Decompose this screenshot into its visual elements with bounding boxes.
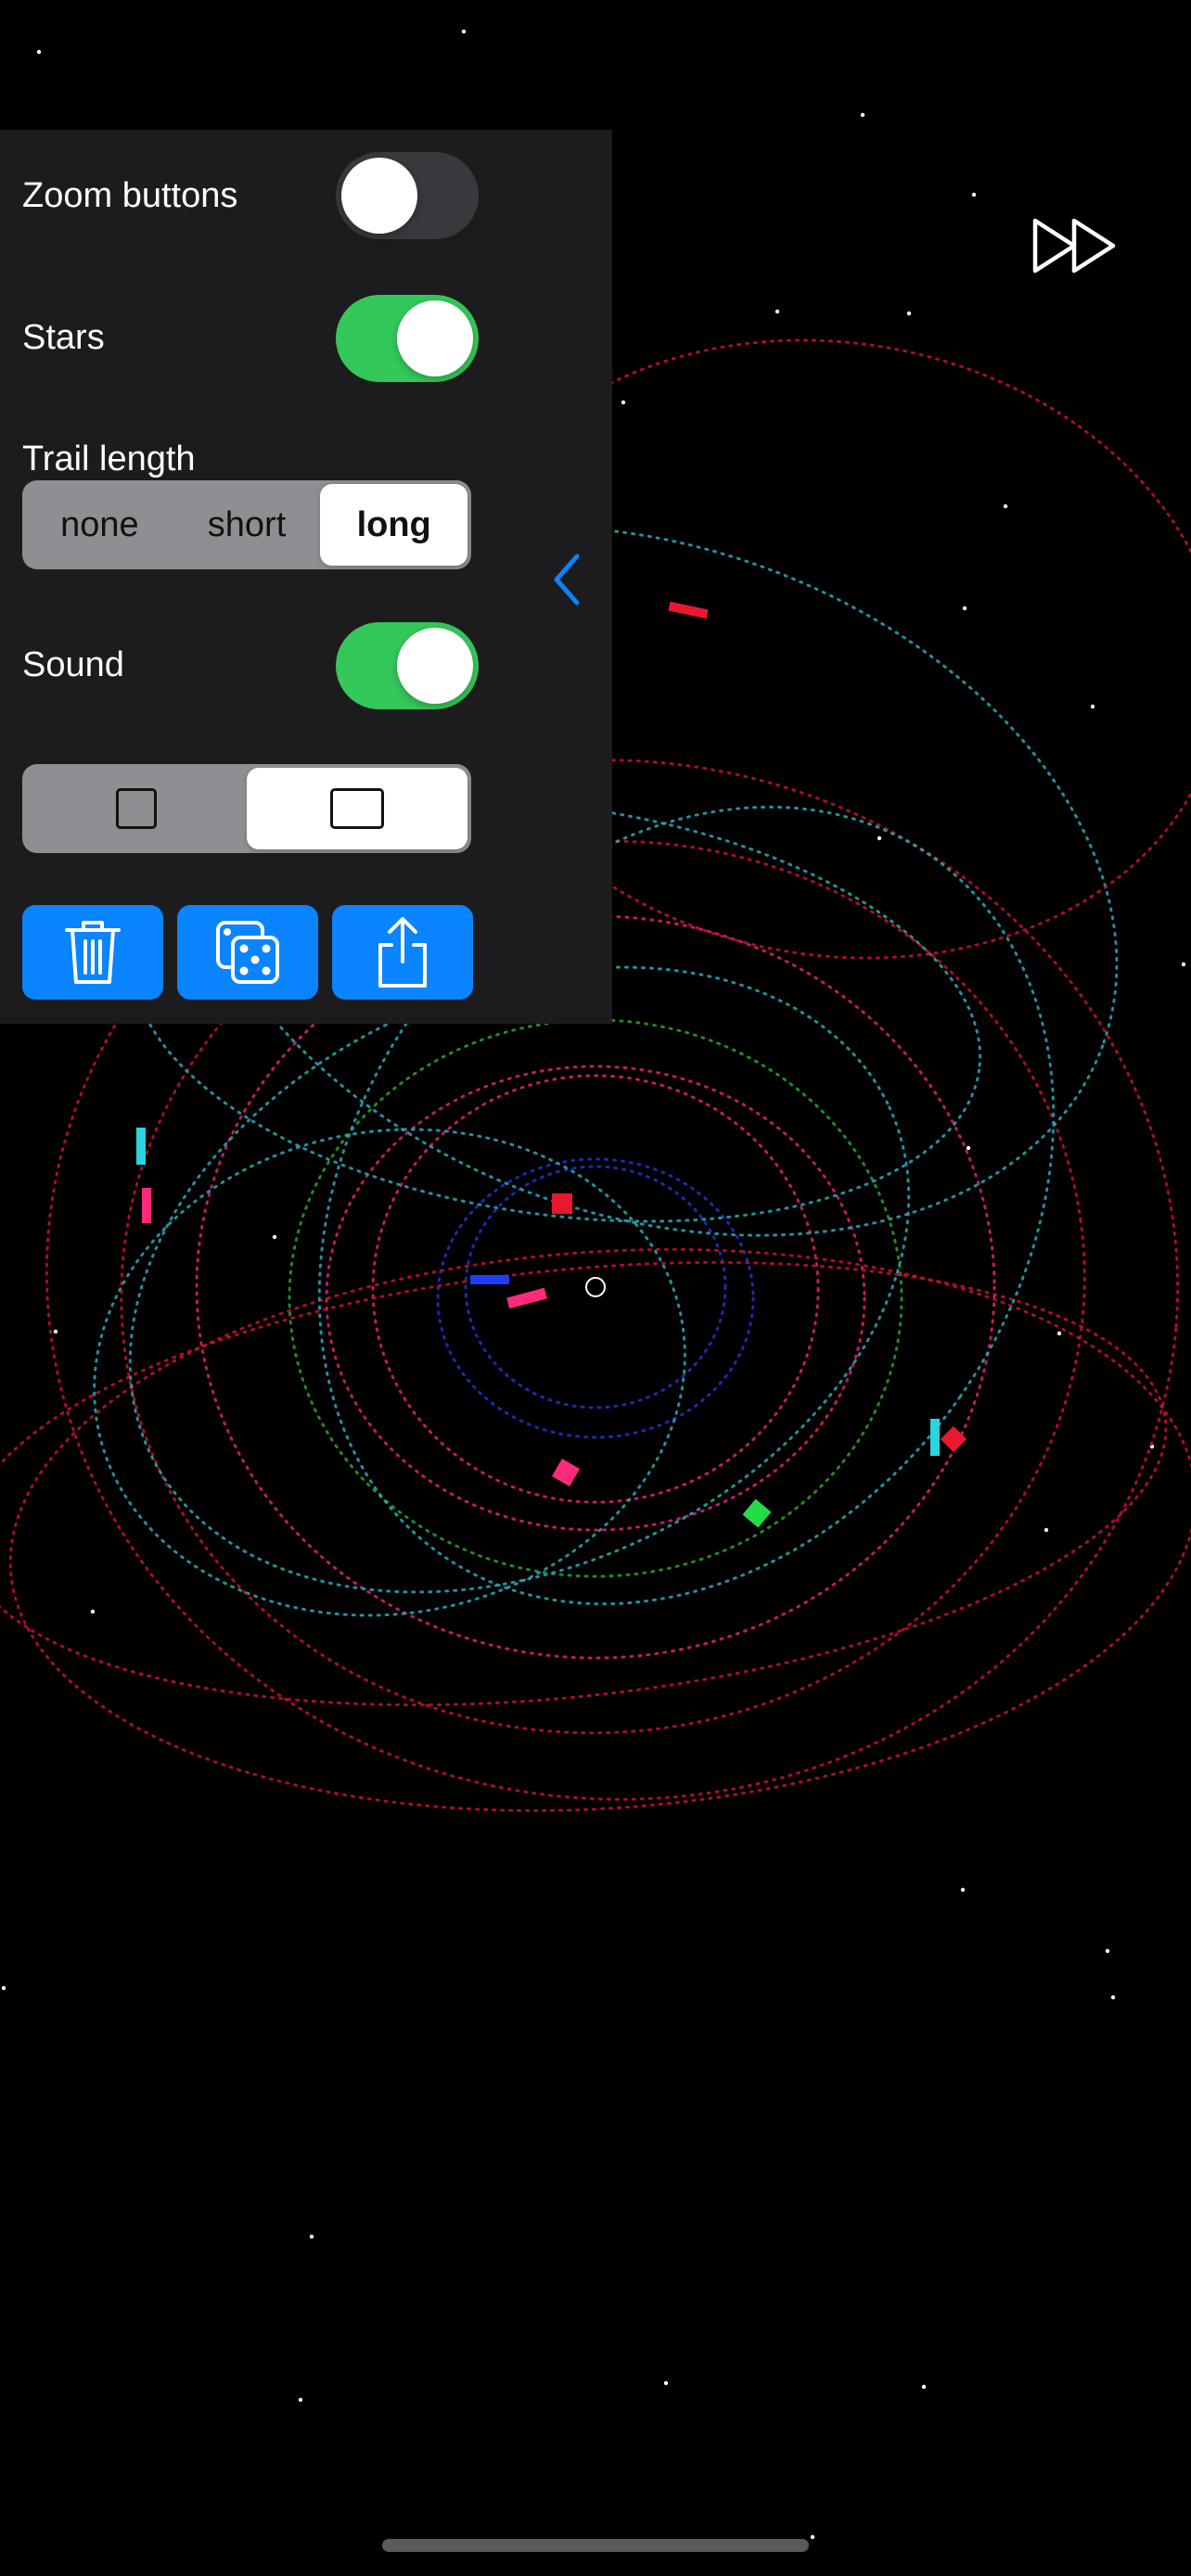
toggle-knob [341, 158, 417, 234]
stars-label: Stars [22, 318, 105, 357]
star [962, 606, 967, 611]
trash-icon [65, 921, 121, 984]
star [90, 1609, 96, 1614]
delete-button[interactable] [22, 905, 163, 1000]
trail-length-long[interactable]: long [320, 484, 468, 566]
star [36, 49, 42, 55]
shape-option-square[interactable] [26, 768, 247, 849]
sound-label: Sound [22, 645, 124, 684]
star [877, 835, 882, 841]
star [1, 1985, 6, 1991]
star [1090, 704, 1095, 709]
body-dash[interactable] [470, 1275, 509, 1284]
home-indicator [382, 2539, 809, 2552]
star [663, 2380, 669, 2386]
star [971, 192, 977, 198]
shape-option-wide[interactable] [247, 768, 467, 849]
star [461, 29, 467, 34]
shape-segmented-control [22, 764, 471, 853]
toggle-knob [397, 628, 473, 704]
star [906, 311, 912, 316]
zoom-buttons-toggle[interactable] [336, 152, 479, 239]
trail-length-none[interactable]: none [26, 484, 173, 566]
dice-icon [216, 921, 279, 984]
star [921, 2384, 927, 2390]
star [966, 1145, 971, 1151]
star [1057, 1331, 1062, 1336]
star [1110, 1995, 1116, 2000]
body-dash[interactable] [930, 1419, 940, 1456]
star [860, 112, 865, 118]
randomize-button[interactable] [177, 905, 318, 1000]
wide-rectangle-icon [330, 788, 384, 829]
trail-length-segmented-control: none short long [22, 480, 471, 569]
star [309, 2234, 314, 2239]
chevron-left-icon[interactable] [544, 547, 590, 612]
star [960, 1887, 966, 1893]
star [775, 309, 780, 314]
star [810, 2534, 815, 2540]
star [1105, 1948, 1110, 1954]
star [53, 1329, 58, 1334]
star [1044, 1527, 1049, 1533]
body-dash[interactable] [136, 1128, 146, 1165]
share-icon [378, 917, 427, 988]
star [298, 2397, 303, 2403]
stars-toggle[interactable] [336, 295, 479, 382]
trail-length-label: Trail length [22, 440, 196, 478]
square-icon [116, 788, 157, 829]
toggle-knob [397, 300, 473, 376]
body-dash[interactable] [142, 1188, 151, 1223]
sound-toggle[interactable] [336, 622, 479, 709]
star [621, 400, 626, 405]
body-square[interactable] [552, 1193, 572, 1214]
settings-panel: Zoom buttons Stars Trail length none sho… [0, 130, 612, 1024]
share-button[interactable] [332, 905, 473, 1000]
zoom-buttons-label: Zoom buttons [22, 176, 238, 215]
star [1181, 962, 1186, 967]
fast-forward-icon[interactable] [1031, 215, 1121, 276]
star [272, 1234, 277, 1240]
trail-length-short[interactable]: short [173, 484, 321, 566]
star [1003, 504, 1008, 509]
